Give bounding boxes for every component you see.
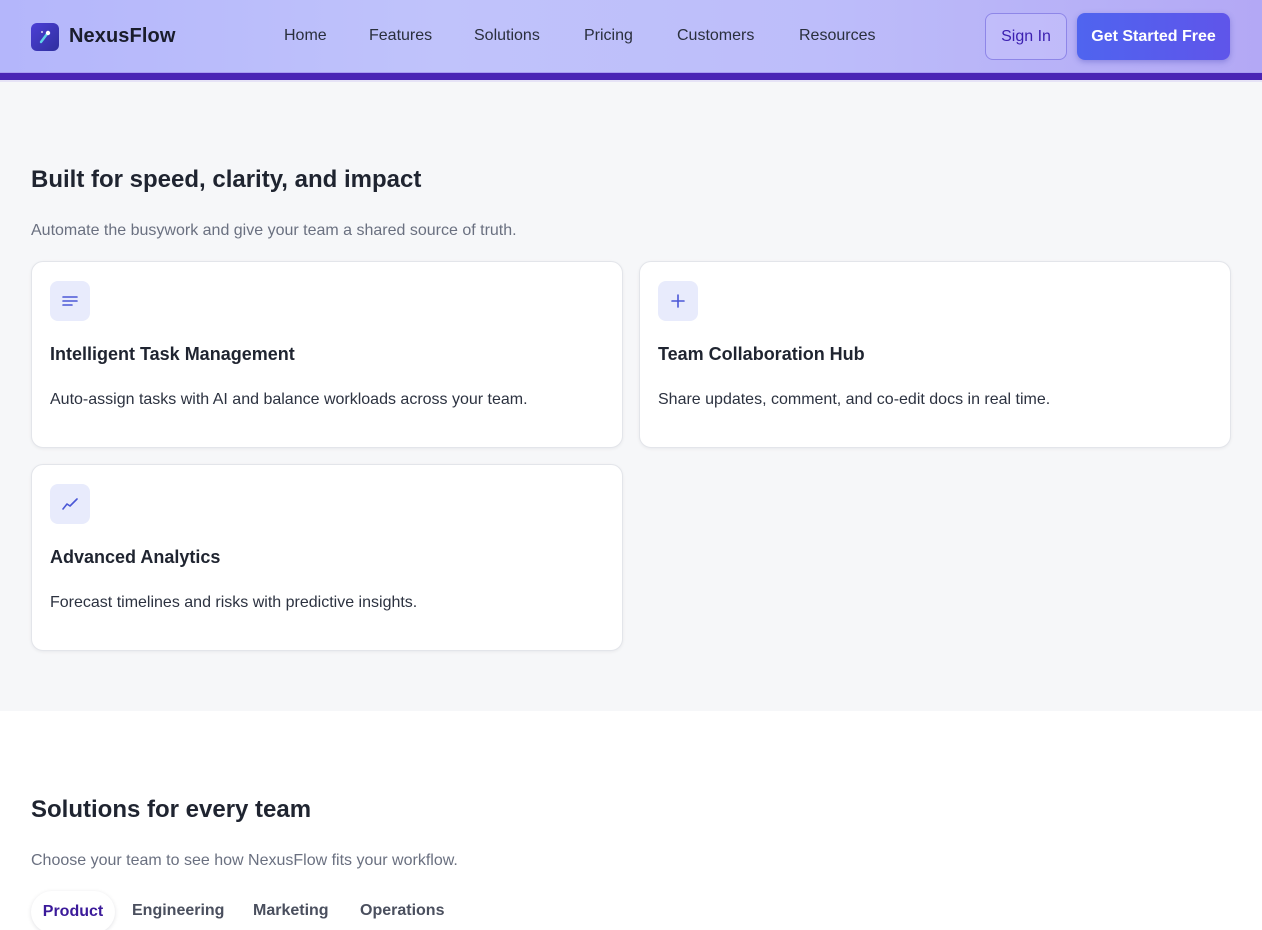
sparkle-wand-icon[interactable] [31,23,59,51]
nav-customers[interactable]: Customers [677,27,754,45]
nav-resources[interactable]: Resources [799,27,875,45]
nav-features[interactable]: Features [369,27,432,45]
brand-name[interactable]: NexusFlow [69,25,175,48]
tab-operations[interactable]: Operations [360,902,444,920]
card-description: Share updates, comment, and co-edit docs… [658,391,1051,408]
sign-in-button[interactable]: Sign In [985,13,1067,60]
feature-card-task-management[interactable]: Intelligent Task Management Auto-assign … [31,261,623,448]
nav-solutions[interactable]: Solutions [474,27,540,45]
get-started-button[interactable]: Get Started Free [1077,13,1230,60]
plus-icon [658,281,698,321]
card-title: Advanced Analytics [50,547,221,567]
card-title: Team Collaboration Hub [658,344,865,364]
tab-marketing[interactable]: Marketing [253,902,329,920]
card-description: Forecast timelines and risks with predic… [50,594,418,611]
tab-engineering[interactable]: Engineering [132,902,224,920]
nav-pricing[interactable]: Pricing [584,27,633,45]
tab-product[interactable]: Product [31,891,115,930]
solutions-title: Solutions for every team [31,796,312,823]
site-header: NexusFlow Home Features Solutions Pricin… [0,0,1262,73]
trend-chart-icon [50,484,90,524]
solutions-subtitle: Choose your team to see how NexusFlow fi… [31,852,458,869]
card-description: Auto-assign tasks with AI and balance wo… [50,391,528,408]
header-accent-bar [0,73,1262,80]
nav-home[interactable]: Home [284,27,327,45]
feature-card-collaboration[interactable]: Team Collaboration Hub Share updates, co… [639,261,1231,448]
features-title: Built for speed, clarity, and impact [31,166,422,193]
lines-icon [50,281,90,321]
card-title: Intelligent Task Management [50,344,295,364]
features-subtitle: Automate the busywork and give your team… [31,222,517,239]
feature-card-analytics[interactable]: Advanced Analytics Forecast timelines an… [31,464,623,651]
